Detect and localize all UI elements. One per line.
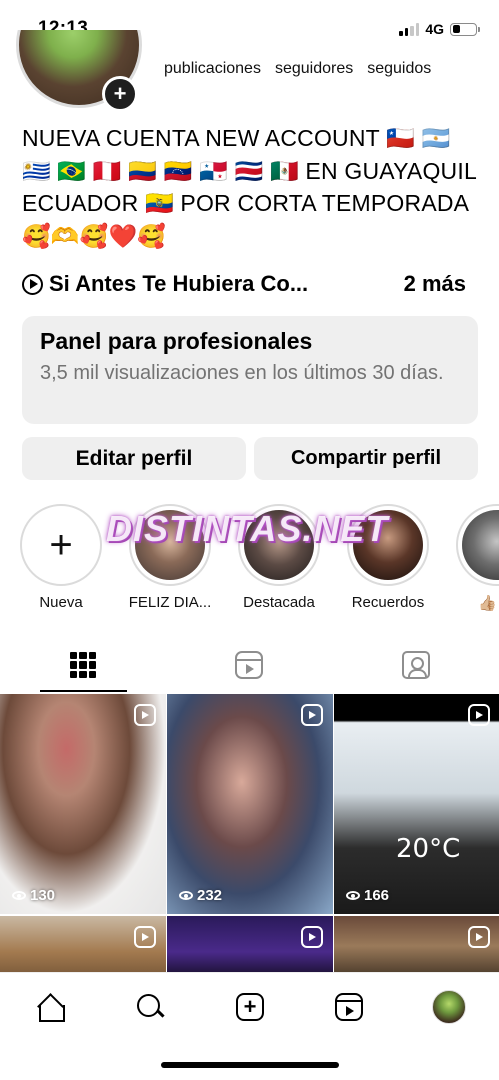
reel-badge-icon bbox=[301, 704, 323, 726]
signal-icon bbox=[399, 22, 420, 36]
eye-icon bbox=[346, 891, 360, 900]
profile-song[interactable]: Si Antes Te Hubiera Co... 2 más bbox=[22, 268, 466, 300]
battery-icon bbox=[450, 22, 480, 36]
reel-badge-icon bbox=[134, 926, 156, 948]
profile-avatar-icon bbox=[432, 990, 466, 1024]
reels-icon bbox=[335, 993, 363, 1021]
nav-search[interactable] bbox=[130, 987, 170, 1027]
status-indicators: 4G bbox=[399, 21, 480, 37]
tab-reels[interactable] bbox=[166, 638, 332, 692]
posts-grid: 130 232 20°C 166 bbox=[0, 694, 499, 972]
song-title[interactable]: Si Antes Te Hubiera Co... bbox=[49, 271, 390, 297]
eye-icon bbox=[179, 891, 193, 900]
post-thumbnail[interactable]: 130 bbox=[0, 694, 166, 914]
highlight-label: Nueva bbox=[39, 594, 83, 611]
view-count: 130 bbox=[12, 887, 55, 904]
tab-tagged[interactable] bbox=[333, 638, 499, 692]
highlight-item[interactable]: 👍🏼👍🏼 bbox=[452, 504, 499, 612]
stat-posts-label[interactable]: publicaciones bbox=[164, 60, 261, 78]
highlight-label: 👍🏼👍🏼 bbox=[478, 595, 499, 612]
highlight-label: Recuerdos bbox=[351, 594, 425, 611]
add-story-icon[interactable]: + bbox=[102, 76, 138, 112]
view-count: 232 bbox=[179, 887, 222, 904]
profile-tabs bbox=[0, 638, 499, 694]
post-thumbnail[interactable] bbox=[334, 916, 499, 972]
highlight-label: FELIZ DIA... bbox=[128, 594, 212, 611]
post-thumbnail[interactable] bbox=[167, 916, 333, 972]
play-icon bbox=[22, 273, 43, 295]
highlight-item[interactable]: Destacada bbox=[234, 504, 324, 611]
song-more-link[interactable]: 2 más bbox=[404, 271, 466, 297]
stat-following-label[interactable]: seguidos bbox=[367, 60, 431, 78]
temperature-sticker: 20°C bbox=[396, 834, 461, 864]
post-thumbnail[interactable]: 20°C 166 bbox=[334, 694, 499, 914]
tagged-icon bbox=[402, 651, 430, 679]
post-thumbnail[interactable]: 232 bbox=[167, 694, 333, 914]
tab-posts[interactable] bbox=[0, 638, 166, 692]
reel-badge-icon bbox=[468, 704, 490, 726]
home-icon bbox=[36, 994, 65, 1022]
story-highlights: + Nueva FELIZ DIA... Destacada Recuerdos… bbox=[0, 504, 499, 620]
pro-panel-subtitle: 3,5 mil visualizaciones en los últimos 3… bbox=[40, 362, 444, 384]
nav-create[interactable]: + bbox=[230, 987, 270, 1027]
view-count: 166 bbox=[346, 887, 389, 904]
search-icon bbox=[137, 994, 163, 1020]
active-tab-indicator bbox=[40, 690, 127, 692]
eye-icon bbox=[12, 891, 26, 900]
reel-badge-icon bbox=[301, 926, 323, 948]
highlight-cover bbox=[353, 510, 423, 580]
nav-home[interactable] bbox=[30, 987, 70, 1027]
reel-badge-icon bbox=[468, 926, 490, 948]
reels-icon bbox=[235, 651, 263, 679]
profile-actions: Editar perfil Compartir perfil bbox=[22, 437, 478, 480]
highlight-cover bbox=[135, 510, 205, 580]
nav-reels[interactable] bbox=[329, 987, 369, 1027]
post-thumbnail[interactable] bbox=[0, 916, 166, 972]
edit-profile-button[interactable]: Editar perfil bbox=[22, 437, 246, 480]
create-icon: + bbox=[236, 993, 264, 1021]
profile-bio: NUEVA CUENTA NEW ACCOUNT 🇨🇱 🇦🇷 🇺🇾 🇧🇷 🇵🇪 … bbox=[22, 125, 477, 249]
plus-icon[interactable]: + bbox=[20, 504, 102, 586]
pro-panel-title: Panel para profesionales bbox=[40, 328, 313, 354]
highlight-cover bbox=[244, 510, 314, 580]
home-indicator bbox=[161, 1062, 339, 1068]
share-profile-button[interactable]: Compartir perfil bbox=[254, 437, 478, 480]
reel-badge-icon bbox=[134, 704, 156, 726]
profile-stats: publicaciones seguidores seguidos bbox=[164, 60, 431, 78]
nav-profile[interactable] bbox=[429, 987, 469, 1027]
highlight-item[interactable]: FELIZ DIA... bbox=[125, 504, 215, 611]
grid-icon bbox=[70, 652, 96, 678]
highlight-item[interactable]: Recuerdos bbox=[343, 504, 433, 611]
network-type: 4G bbox=[425, 21, 444, 37]
stat-followers-label[interactable]: seguidores bbox=[275, 60, 353, 78]
professional-dashboard[interactable]: Panel para profesionales 3,5 mil visuali… bbox=[22, 316, 478, 424]
highlight-label: Destacada bbox=[243, 594, 315, 611]
highlight-new[interactable]: + Nueva bbox=[16, 504, 106, 611]
highlight-cover bbox=[462, 510, 499, 580]
